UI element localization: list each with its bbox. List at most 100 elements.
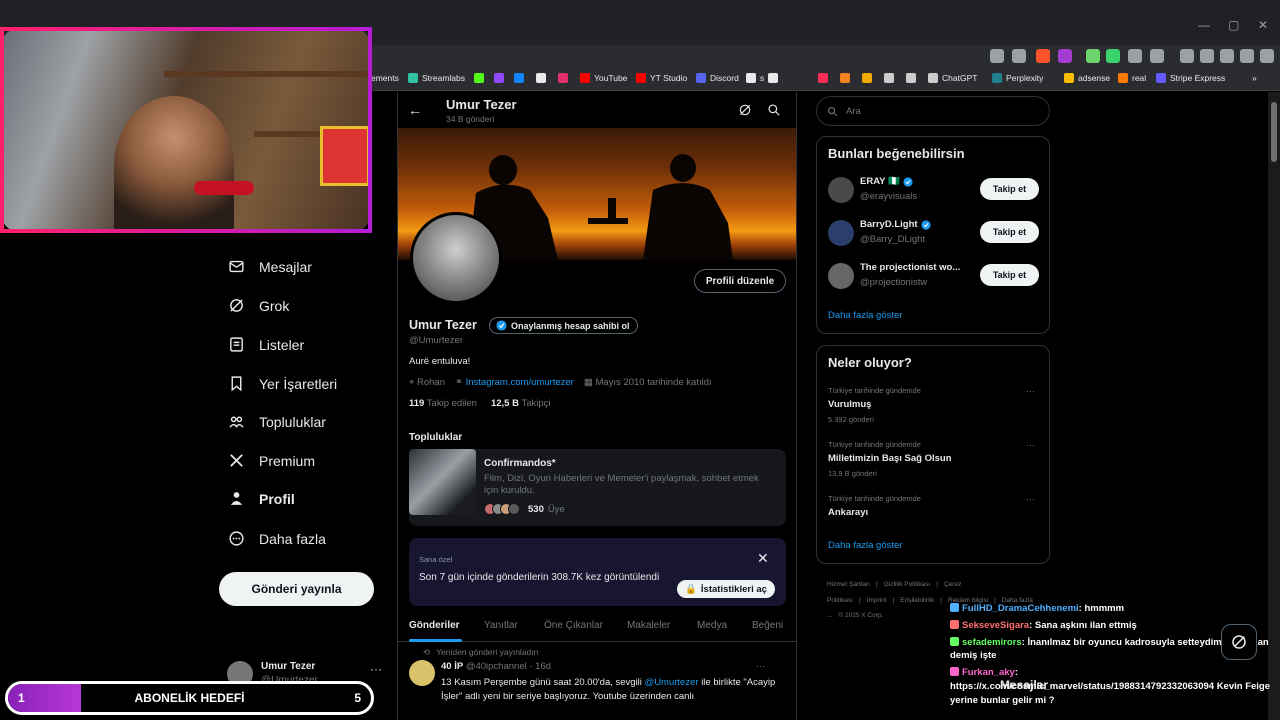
bookmark-item[interactable]: Discord [696, 73, 739, 83]
messages-drawer-label[interactable]: Mesajlar [1000, 678, 1048, 692]
bookmark-item[interactable] [514, 73, 528, 83]
suggested-user[interactable]: ERAY 🇳🇬 @erayvisuals Takip et [828, 175, 1040, 205]
search-icon[interactable] [767, 103, 781, 117]
brave-shield-icon[interactable] [1036, 49, 1050, 63]
tab-2[interactable]: Öne Çıkanlar [544, 620, 603, 631]
nav-item-list[interactable]: Listeler [228, 336, 304, 353]
bookmark-item[interactable]: YT Studio [636, 73, 687, 83]
back-arrow-icon[interactable]: ← [408, 102, 422, 118]
suggested-user[interactable]: BarryD.Light @Barry_DLight Takip et [828, 218, 1040, 248]
bookmark-item[interactable] [818, 73, 832, 83]
footer-separator: | [936, 581, 938, 588]
bookmark-item[interactable]: YouTube [580, 73, 627, 83]
bookmark-item[interactable] [558, 73, 572, 83]
profile-avatar[interactable] [410, 212, 502, 304]
nav-item-profile[interactable]: Profil [228, 490, 295, 507]
trend-more-icon[interactable]: ··· [1026, 440, 1035, 450]
menu-icon[interactable] [1260, 49, 1274, 63]
tweet-more-icon[interactable]: ··· [756, 661, 765, 671]
account-name: Umur Tezer [261, 661, 316, 672]
bookmark-item[interactable] [536, 73, 550, 83]
footer-link[interactable]: Imprint [867, 597, 887, 604]
followers-link[interactable]: 12,5 B Takipçi [491, 398, 551, 409]
close-window-button[interactable]: ✕ [1258, 18, 1268, 32]
extension-icon[interactable] [1106, 49, 1120, 63]
bookmark-item[interactable]: adsense [1064, 73, 1110, 83]
cast-icon[interactable] [990, 49, 1004, 63]
trend-item[interactable]: Türkiye tarihinde gündemde Milletimizin B… [828, 440, 1040, 478]
trend-item[interactable]: Türkiye tarihinde gündemde Ankarayı ··· [828, 494, 1040, 518]
follow-button[interactable]: Takip et [980, 264, 1039, 286]
trend-item[interactable]: Türkiye tarihinde gündemde Vurulmuş 5.392 … [828, 386, 1040, 424]
extensions-puzzle-icon[interactable] [1128, 49, 1142, 63]
footer-link[interactable]: © 2025 X Corp. [838, 612, 883, 619]
nav-item-bookmark[interactable]: Yer İşaretleri [228, 375, 337, 392]
share-icon[interactable] [1012, 49, 1026, 63]
website-link[interactable]: Instagram.com/umurtezer [466, 377, 574, 388]
nav-item-mail[interactable]: Mesajlar [228, 258, 312, 275]
following-link[interactable]: 119 Takip edilen [409, 398, 477, 409]
bookmark-item[interactable]: real [1118, 73, 1146, 83]
bookmark-item[interactable]: ements [371, 73, 399, 83]
leo-ai-icon[interactable] [1220, 49, 1234, 63]
extension-icon[interactable] [1086, 49, 1100, 63]
maximize-button[interactable]: ▢ [1228, 18, 1239, 32]
tweet-time[interactable]: 16d [535, 661, 551, 672]
wallet-icon[interactable] [1200, 49, 1214, 63]
search-input[interactable]: Ara [816, 96, 1050, 126]
suggested-user[interactable]: The projectionist wo... @projectionistw Ta… [828, 261, 1040, 291]
tab-5[interactable]: Beğeni [752, 620, 783, 631]
tweet-mention[interactable]: @Umurtezer [645, 677, 699, 688]
footer-link[interactable]: Erişilebilirlik [900, 597, 934, 604]
bookmark-item[interactable]: Stripe Express [1156, 73, 1225, 83]
sidebar-icon[interactable] [1180, 49, 1194, 63]
nav-item-x-logo[interactable]: Premium [228, 452, 315, 469]
bookmark-item[interactable]: Perplexity [992, 73, 1043, 83]
member-avatar [508, 503, 520, 515]
grok-icon[interactable] [738, 103, 752, 117]
compose-button[interactable] [1221, 624, 1257, 660]
get-verified-button[interactable]: Onaylanmış hesap sahibi ol [489, 317, 638, 334]
bookmark-item[interactable]: ChatGPT [928, 73, 977, 83]
bookmark-item[interactable] [884, 73, 898, 83]
bookmark-item[interactable] [840, 73, 854, 83]
tweet-author-avatar[interactable] [409, 660, 435, 686]
nav-item-grok[interactable]: Grok [228, 297, 289, 314]
footer-link[interactable]: Hizmet Şartları [827, 581, 870, 588]
bookmark-item[interactable]: Streamlabs [408, 73, 465, 83]
suggested-user-name-text: ERAY 🇳🇬 [860, 176, 900, 187]
scrollbar-thumb[interactable] [1271, 102, 1277, 162]
trend-more-icon[interactable]: ··· [1026, 494, 1035, 504]
who-to-follow-show-more[interactable]: Daha fazla göster [828, 310, 902, 321]
nav-item-communities[interactable]: Topluluklar [228, 413, 326, 430]
tab-1[interactable]: Yanıtlar [484, 620, 518, 631]
tweet-author-handle[interactable]: @40ipchannel [466, 661, 527, 672]
trends-show-more[interactable]: Daha fazla göster [828, 540, 902, 551]
bookmark-item[interactable] [906, 73, 920, 83]
minimize-button[interactable]: — [1198, 18, 1210, 32]
vpn-icon[interactable] [1240, 49, 1254, 63]
account-more-icon[interactable]: ··· [370, 662, 382, 676]
bookmark-item[interactable] [494, 73, 508, 83]
brave-rewards-icon[interactable] [1058, 49, 1072, 63]
bookmark-item[interactable] [474, 73, 488, 83]
follow-button[interactable]: Takip et [980, 178, 1039, 200]
extension-icon[interactable] [1150, 49, 1164, 63]
trend-more-icon[interactable]: ··· [1026, 386, 1035, 396]
community-card[interactable]: Confirmandos* Film, Dizi, Oyun Haberleri… [409, 449, 786, 526]
edit-profile-button[interactable]: Profili düzenle [694, 269, 786, 293]
footer-link[interactable]: Gizlilik Politikası [884, 581, 931, 588]
tab-4[interactable]: Medya [697, 620, 727, 631]
bookmark-item[interactable] [768, 73, 782, 83]
close-icon[interactable]: ✕ [757, 550, 769, 567]
tab-3[interactable]: Makaleler [627, 620, 670, 631]
post-button[interactable]: Gönderi yayınla [219, 572, 374, 606]
bookmark-item[interactable]: s [746, 73, 764, 83]
nav-item-more-circle[interactable]: Daha fazla [228, 530, 326, 547]
tab-0[interactable]: Gönderiler [409, 620, 460, 631]
follow-button[interactable]: Takip et [980, 221, 1039, 243]
open-analytics-button[interactable]: 🔒 İstatistikleri aç [677, 580, 775, 598]
tweet-author-name[interactable]: 40 İP [441, 661, 463, 672]
bookmark-item[interactable] [862, 73, 876, 83]
bookmarks-overflow-icon[interactable]: » [1252, 73, 1257, 83]
